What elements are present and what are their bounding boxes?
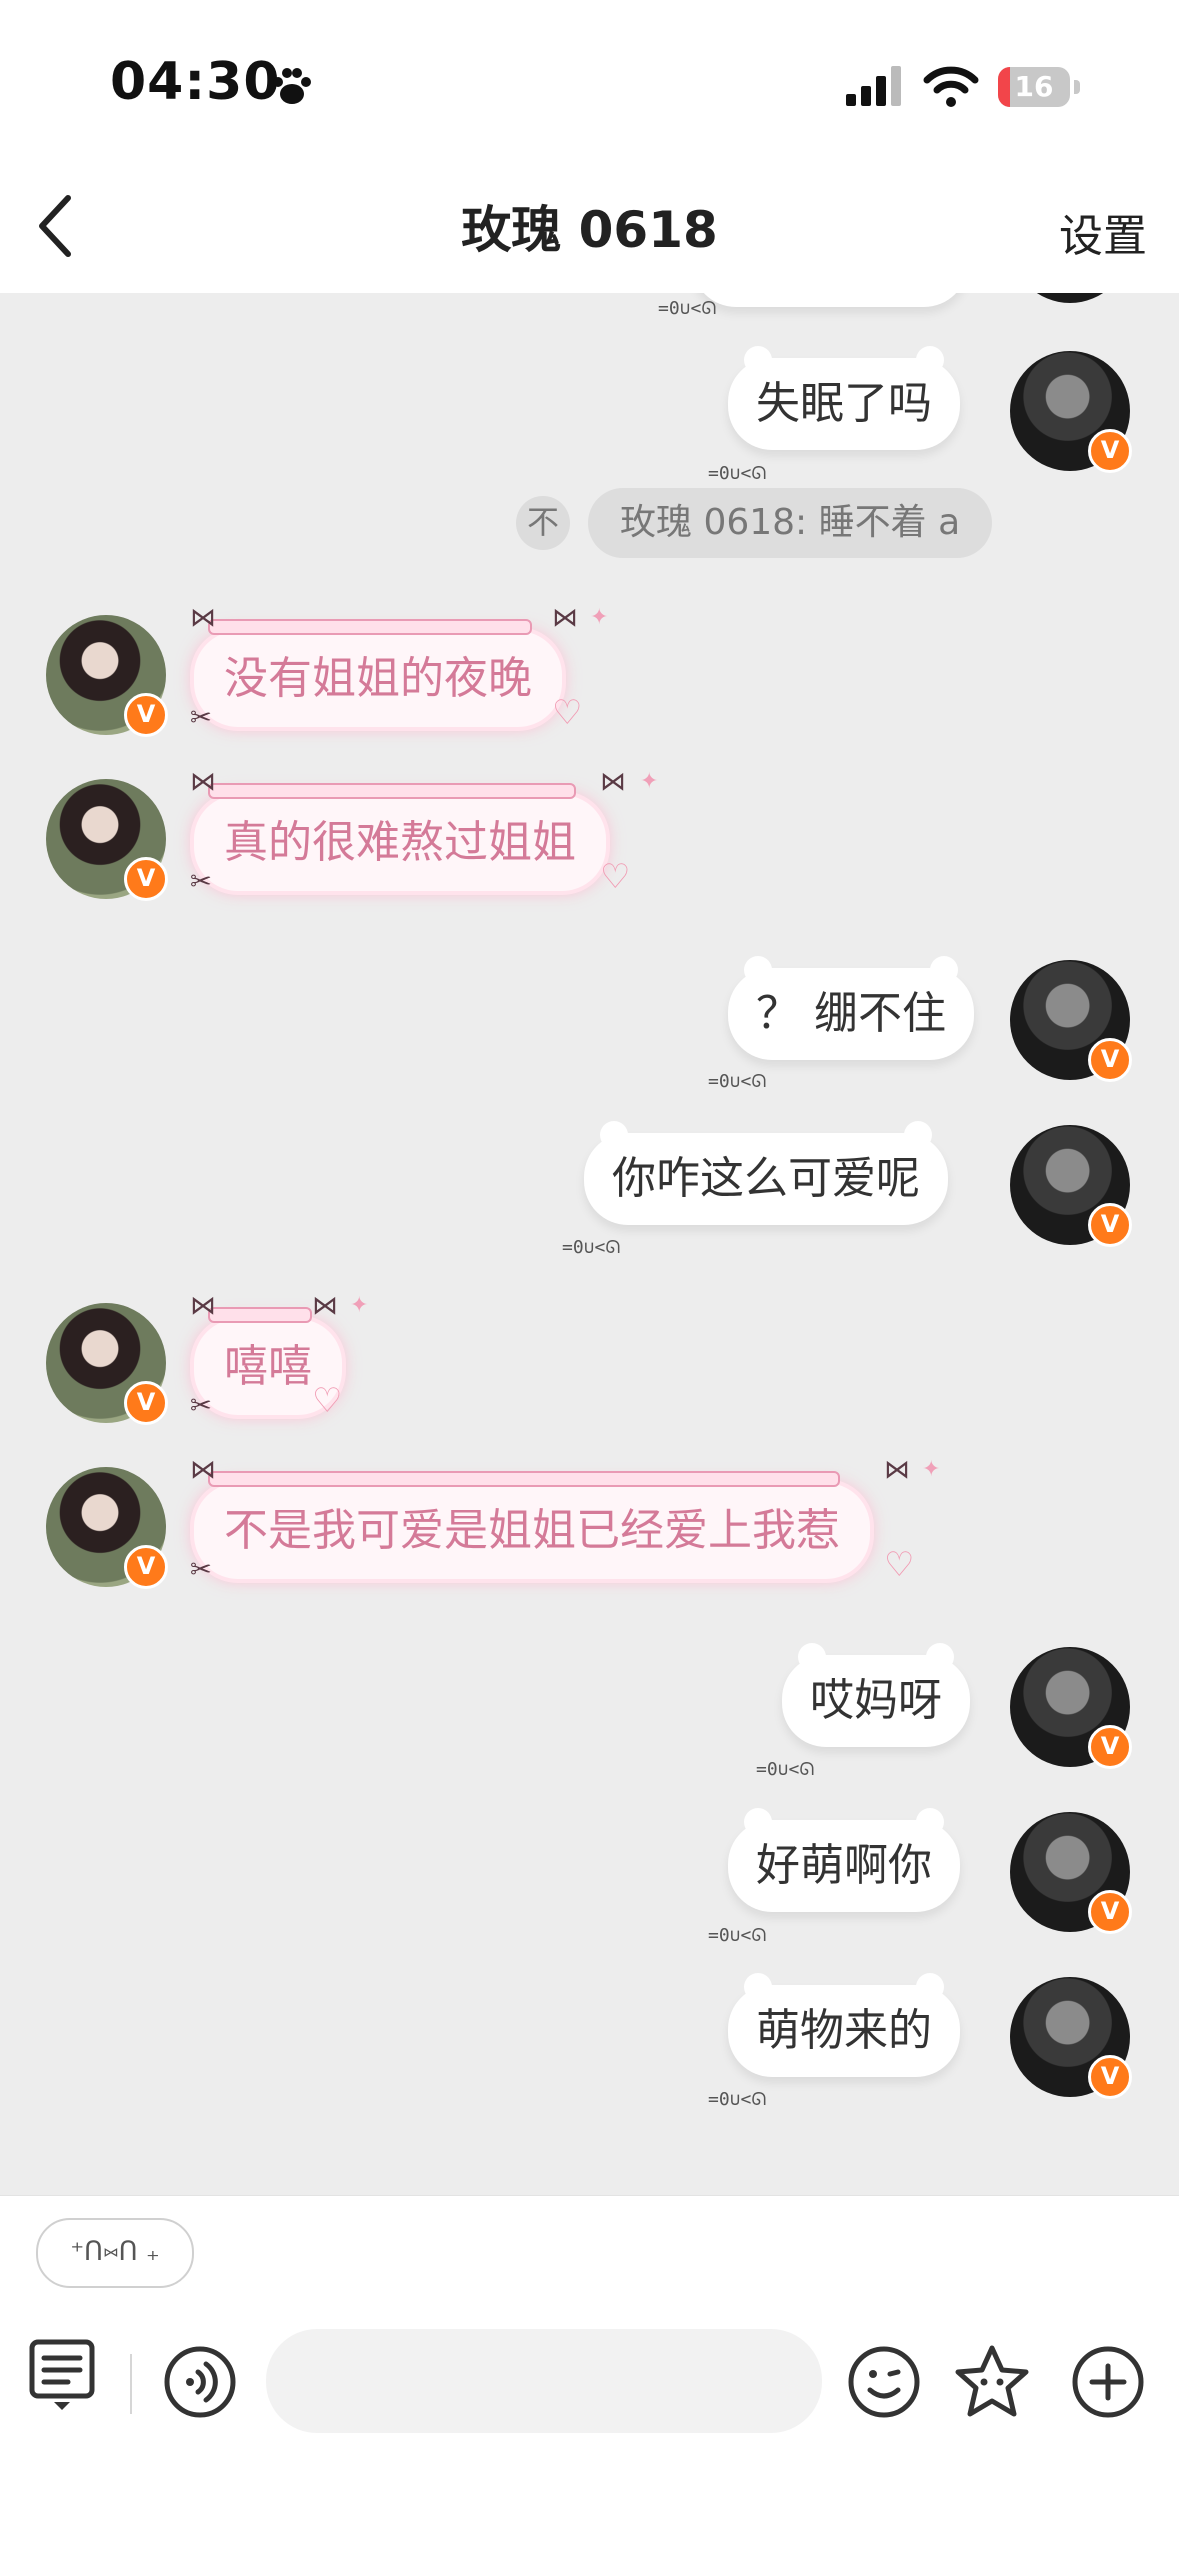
bubble-ear [744,1808,772,1836]
bow-icon: ⋈ [312,1291,338,1321]
sparkle-icon: ✦ [922,1457,941,1482]
emoji-icon[interactable] [846,2344,922,2420]
bow-icon: ✂ [190,1391,212,1421]
input-bar: ⁺ᑎ⑅ᑎ ₊ [0,2195,1179,2557]
pin-icon[interactable]: 不 [516,496,570,550]
verified-badge-icon: V [1088,1038,1132,1082]
message-tail: =0∪<ᘏ [708,2089,767,2110]
toolbar-separator [130,2354,132,2414]
keyboard-list-icon[interactable] [28,2336,98,2416]
bubble-ear [744,346,772,374]
sparkle-icon: ✦ [350,1293,369,1318]
bow-icon: ⋈ [190,1291,216,1321]
chat-area[interactable]: =0∪<ᘏ 失眠了吗 =0∪<ᘏ V 不 玫瑰 0618: 睡不着 a V 没有… [0,293,1179,2195]
verified-badge-icon: V [124,1381,168,1425]
quick-reply-chip[interactable]: ⁺ᑎ⑅ᑎ ₊ [36,2218,194,2288]
bubble-ear [916,1808,944,1836]
ribbon-decoration [208,1307,312,1323]
bow-icon: ⋈ [552,603,578,633]
my-avatar[interactable] [1010,293,1130,303]
my-message-bubble[interactable]: 萌物来的 [728,1973,960,2077]
previous-message-bubble[interactable] [692,293,968,307]
top-bar: 04:30 16 玫瑰 0618 设置 [0,0,1179,293]
ribbon-decoration [208,1471,840,1487]
bubble-ear [904,1121,932,1149]
verified-badge-icon: V [124,1545,168,1589]
pinned-message-text[interactable]: 玫瑰 0618: 睡不着 a [588,488,993,558]
verified-badge-icon: V [124,857,168,901]
message-text: 你咋这么可爱呢 [612,1153,920,1204]
bow-icon: ⋈ [190,767,216,797]
message-text: ？ 绷不住 [756,988,946,1039]
sticker-icon[interactable] [952,2342,1032,2422]
my-message-bubble[interactable]: 失眠了吗 [728,346,960,450]
heart-icon: ♡ [884,1545,915,1585]
bow-icon: ✂ [190,867,212,897]
my-message-bubble[interactable]: ？ 绷不住 [728,956,974,1060]
voice-icon[interactable] [162,2344,238,2420]
wifi-icon [923,66,979,107]
bow-icon: ⋈ [884,1455,910,1485]
ribbon-decoration [208,783,576,799]
bubble-ear [930,956,958,984]
message-text: 不是我可爱是姐姐已经爱上我惹 [224,1505,840,1556]
cellular-signal-icon [846,66,901,106]
verified-badge-icon: V [124,693,168,737]
contact-message-bubble[interactable]: 不是我可爱是姐姐已经爱上我惹 [190,1471,874,1583]
message-tail: =0∪<ᘏ [562,1237,621,1258]
battery-level: 16 [1014,70,1054,103]
message-tail: =0∪<ᘏ [708,1925,767,1946]
battery-indicator: 16 [998,67,1080,107]
contact-message-bubble[interactable]: 真的很难熬过姐姐 [190,783,610,895]
message-tail: =0∪<ᘏ [658,298,717,319]
chat-title: 玫瑰 0618 [461,201,718,259]
bubble-ear [926,1643,954,1671]
verified-badge-icon: V [1088,1725,1132,1769]
verified-badge-icon: V [1088,2055,1132,2099]
sparkle-icon: ✦ [590,605,609,630]
bubble-ear [916,346,944,374]
bow-icon: ⋈ [190,1455,216,1485]
my-message-bubble[interactable]: 好萌啊你 [728,1808,960,1912]
bow-icon: ✂ [190,1555,212,1585]
ribbon-decoration [208,619,532,635]
heart-icon: ♡ [312,1381,343,1421]
bubble-ear [916,1973,944,2001]
message-tail: =0∪<ᘏ [756,1759,815,1780]
bow-icon: ⋈ [190,603,216,633]
message-text: 嘻嘻 [224,1341,312,1392]
message-input[interactable] [266,2329,822,2433]
bubble-ear [798,1643,826,1671]
sparkle-icon: ✦ [640,769,659,794]
message-text: 没有姐姐的夜晚 [224,653,532,704]
message-tail: =0∪<ᘏ [708,1071,767,1092]
verified-badge-icon: V [1088,1890,1132,1934]
status-time: 04:30 [110,52,281,112]
plus-icon[interactable] [1070,2344,1146,2420]
bow-icon: ✂ [190,703,212,733]
settings-button[interactable]: 设置 [1059,200,1147,264]
message-text: 好萌啊你 [756,1840,932,1891]
my-message-bubble[interactable]: 哎妈呀 [782,1643,970,1747]
message-text: 失眠了吗 [756,378,932,429]
bubble-ear [744,956,772,984]
battery-cap [1074,80,1080,94]
paw-icon [273,68,311,104]
message-text: 真的很难熬过姐姐 [224,817,576,868]
heart-icon: ♡ [600,857,631,897]
verified-badge-icon: V [1088,429,1132,473]
bow-icon: ⋈ [600,767,626,797]
heart-icon: ♡ [552,693,583,733]
verified-badge-icon: V [1088,1203,1132,1247]
my-message-bubble[interactable]: 你咋这么可爱呢 [584,1121,948,1225]
message-text: 萌物来的 [756,2005,932,2056]
message-tail: =0∪<ᘏ [708,463,767,484]
bubble-ear [600,1121,628,1149]
message-text: 哎妈呀 [810,1675,942,1726]
bubble-ear [744,1973,772,2001]
contact-message-bubble[interactable]: 没有姐姐的夜晚 [190,619,566,731]
